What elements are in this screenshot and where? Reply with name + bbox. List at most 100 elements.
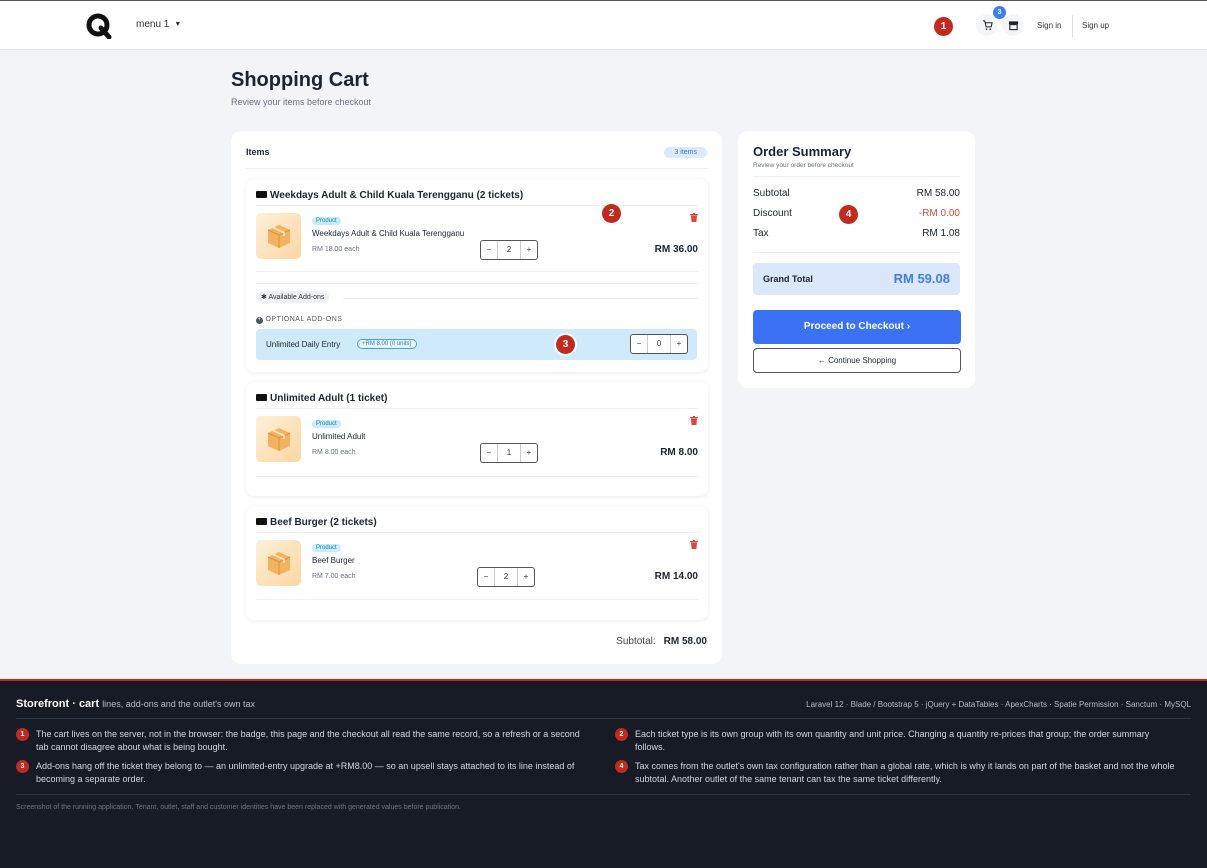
ticket-icon — [256, 191, 267, 198]
product-name: Beef Burger — [312, 556, 355, 565]
decrement-button[interactable]: − — [481, 444, 497, 462]
page-subtitle: Review your items before checkout — [231, 97, 372, 107]
order-summary-card: Order Summary Review your order before c… — [738, 131, 975, 388]
addon-quantity-stepper: −0 + — [630, 334, 688, 354]
note-2: 2 Each ticket type is its own group with … — [615, 728, 1180, 754]
plus-circle-icon: + — [256, 317, 263, 324]
increment-button[interactable]: + — [521, 241, 537, 259]
box-icon — [267, 428, 290, 451]
store-button[interactable] — [1002, 14, 1024, 36]
quantity-stepper: −2 + — [480, 240, 538, 260]
note-number: 1 — [16, 728, 29, 741]
callout-badge-1: 1 — [934, 17, 953, 36]
top-navbar: menu 1 ▼ 1 3 Sign in Sign up — [0, 0, 1207, 50]
product-badge: Product — [312, 217, 341, 225]
optional-addons-label: + OPTIONAL ADD-ONS — [256, 316, 342, 324]
cart-group: Weekdays Adult & Child Kuala Terengganu … — [246, 179, 708, 372]
summary-tax-label: Tax — [753, 228, 769, 239]
group-title: Beef Burger (2 tickets) — [256, 517, 377, 528]
summary-subtotal-row: Subtotal RM 58.00 — [753, 188, 960, 199]
cart-group: Unlimited Adult (1 ticket) Product Unlim… — [246, 382, 708, 496]
divider — [343, 298, 698, 299]
addon-row: Unlimited Daily Entry +RM 8.00 (0 units)… — [256, 329, 697, 360]
line-total: RM 14.00 — [654, 571, 698, 582]
quantity-value[interactable]: 1 — [497, 444, 521, 462]
note-4: 4 Tax comes from the outlet's own tax con… — [615, 760, 1180, 786]
footer-title: Storefront · cart lines, add-ons and the… — [16, 698, 255, 710]
product-image — [256, 540, 301, 586]
grand-total-value: RM 59.08 — [893, 271, 950, 286]
quantity-value[interactable]: 2 — [497, 241, 521, 259]
trash-icon[interactable] — [690, 213, 698, 222]
footer-desc: lines, add-ons and the outlet's own tax — [102, 699, 256, 709]
quantity-stepper: −2 + — [477, 567, 535, 587]
product-name: Unlimited Adult — [312, 432, 366, 441]
ticket-icon — [256, 394, 267, 401]
arrow-left-icon: ← — [817, 356, 826, 365]
continue-label: Continue Shopping — [828, 356, 897, 365]
group-title: Unlimited Adult (1 ticket) — [256, 393, 387, 404]
box-icon — [267, 552, 290, 575]
decrement-button[interactable]: − — [631, 335, 647, 353]
decrement-button[interactable]: − — [478, 568, 494, 586]
items-heading: Items — [246, 147, 270, 157]
trash-icon[interactable] — [690, 540, 698, 549]
menu-label: menu 1 — [136, 19, 170, 30]
product-image — [256, 416, 301, 462]
quantity-value[interactable]: 2 — [494, 568, 518, 586]
note-text: Add-ons hang off the ticket they belong … — [36, 761, 575, 784]
note-number: 4 — [615, 760, 628, 773]
callout-badge-4: 4 — [839, 205, 858, 224]
divider — [256, 283, 698, 284]
divider — [256, 205, 698, 206]
increment-button[interactable]: + — [671, 335, 687, 353]
footer: Storefront · cart lines, add-ons and the… — [0, 679, 1207, 868]
unit-price: RM 7.00 each — [312, 573, 356, 580]
sign-up-link[interactable]: Sign up — [1082, 21, 1109, 30]
continue-shopping-button[interactable]: ← Continue Shopping — [753, 348, 961, 373]
checkout-label: Proceed to Checkout — [803, 321, 904, 332]
grand-total-label: Grand Total — [763, 274, 813, 284]
cart-icon — [982, 19, 993, 30]
divider — [256, 271, 698, 272]
unit-price: RM 18.00 each — [312, 246, 360, 253]
trash-icon[interactable] — [690, 416, 698, 425]
summary-tax-row: Tax RM 1.08 — [753, 228, 960, 239]
logo-icon[interactable] — [86, 13, 112, 39]
increment-button[interactable]: + — [518, 568, 534, 586]
product-name: Weekdays Adult & Child Kuala Terengganu — [312, 229, 465, 238]
product-badge: Product — [312, 544, 341, 552]
addons-tag: ✱ Available Add-ons — [256, 291, 330, 303]
optional-addons-text: OPTIONAL ADD-ONS — [265, 316, 343, 323]
divider — [256, 599, 698, 600]
note-number: 2 — [615, 728, 628, 741]
disclaimer: Screenshot of the running application. T… — [16, 804, 461, 811]
note-text: Each ticket type is its own group with i… — [635, 729, 1150, 752]
box-icon — [267, 225, 290, 248]
product-badge: Product — [312, 420, 341, 428]
store-icon — [1008, 20, 1018, 30]
menu-dropdown[interactable]: menu 1 ▼ — [136, 19, 181, 30]
note-1: 1 The cart lives on the server, not in th… — [16, 728, 581, 754]
divider — [16, 718, 1191, 719]
decrement-button[interactable]: − — [481, 241, 497, 259]
sign-in-link[interactable]: Sign in — [1037, 21, 1061, 30]
summary-subtotal-value: RM 58.00 — [916, 188, 960, 199]
proceed-to-checkout-button[interactable]: Proceed to Checkout › — [753, 310, 961, 344]
increment-button[interactable]: + — [521, 444, 537, 462]
summary-tax-value: RM 1.08 — [922, 228, 960, 239]
summary-subtotal-label: Subtotal — [753, 188, 790, 199]
line-total: RM 36.00 — [654, 244, 698, 255]
summary-discount-label: Discount — [753, 208, 792, 219]
tech-stack: Laravel 12 · Blade / Bootstrap 5 · jQuer… — [806, 700, 1191, 709]
addon-quantity-value[interactable]: 0 — [647, 335, 671, 353]
callout-badge-3: 3 — [556, 335, 575, 354]
items-count-badge: 3 items — [664, 147, 707, 158]
divider — [256, 476, 698, 477]
items-card: Items 3 items Weekdays Adult & Child Kua… — [231, 131, 722, 664]
note-number: 3 — [16, 760, 29, 773]
group-title-text: Unlimited Adult (1 ticket) — [270, 393, 388, 404]
unit-price: RM 8.00 each — [312, 449, 356, 456]
subtotal-label: Subtotal: — [616, 636, 656, 647]
divider — [753, 176, 960, 177]
